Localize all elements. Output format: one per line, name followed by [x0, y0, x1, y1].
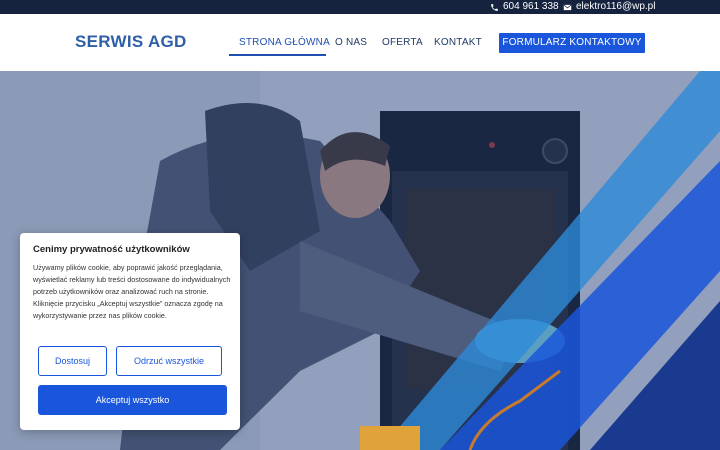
cookie-dialog-title: Cenimy prywatność użytkowników	[33, 244, 190, 255]
contact-form-button[interactable]: FORMULARZ KONTAKTOWY	[499, 33, 645, 53]
reject-all-button[interactable]: Odrzuć wszystkie	[116, 346, 222, 376]
envelope-icon	[563, 4, 572, 10]
phone-icon	[491, 3, 498, 11]
cookie-consent-dialog: Cenimy prywatność użytkowników Używamy p…	[20, 233, 240, 430]
nav-item-about[interactable]: O NAS	[335, 37, 367, 48]
hero-banner: Cenimy prywatność użytkowników Używamy p…	[0, 71, 720, 450]
nav-item-home[interactable]: STRONA GŁÓWNA	[239, 37, 330, 48]
email-address: elektro116@wp.pl	[576, 1, 656, 12]
nav-item-contact[interactable]: KONTAKT	[434, 37, 482, 48]
site-logo[interactable]: SERWIS AGD	[75, 32, 187, 52]
phone-number: 604 961 338	[503, 1, 559, 12]
nav-item-offer[interactable]: OFERTA	[382, 37, 423, 48]
site-header: SERWIS AGD STRONA GŁÓWNA O NAS OFERTA KO…	[0, 14, 720, 71]
customize-button[interactable]: Dostosuj	[38, 346, 107, 376]
phone-contact[interactable]: 604 961 338	[490, 0, 559, 14]
cookie-dialog-text: Używamy plików cookie, aby poprawić jako…	[33, 263, 231, 320]
email-contact[interactable]: elektro116@wp.pl	[563, 0, 655, 14]
accept-all-button[interactable]: Akceptuj wszystko	[38, 385, 227, 415]
nav-active-underline	[229, 54, 326, 56]
top-contact-bar: 604 961 338 elektro116@wp.pl	[0, 0, 720, 14]
